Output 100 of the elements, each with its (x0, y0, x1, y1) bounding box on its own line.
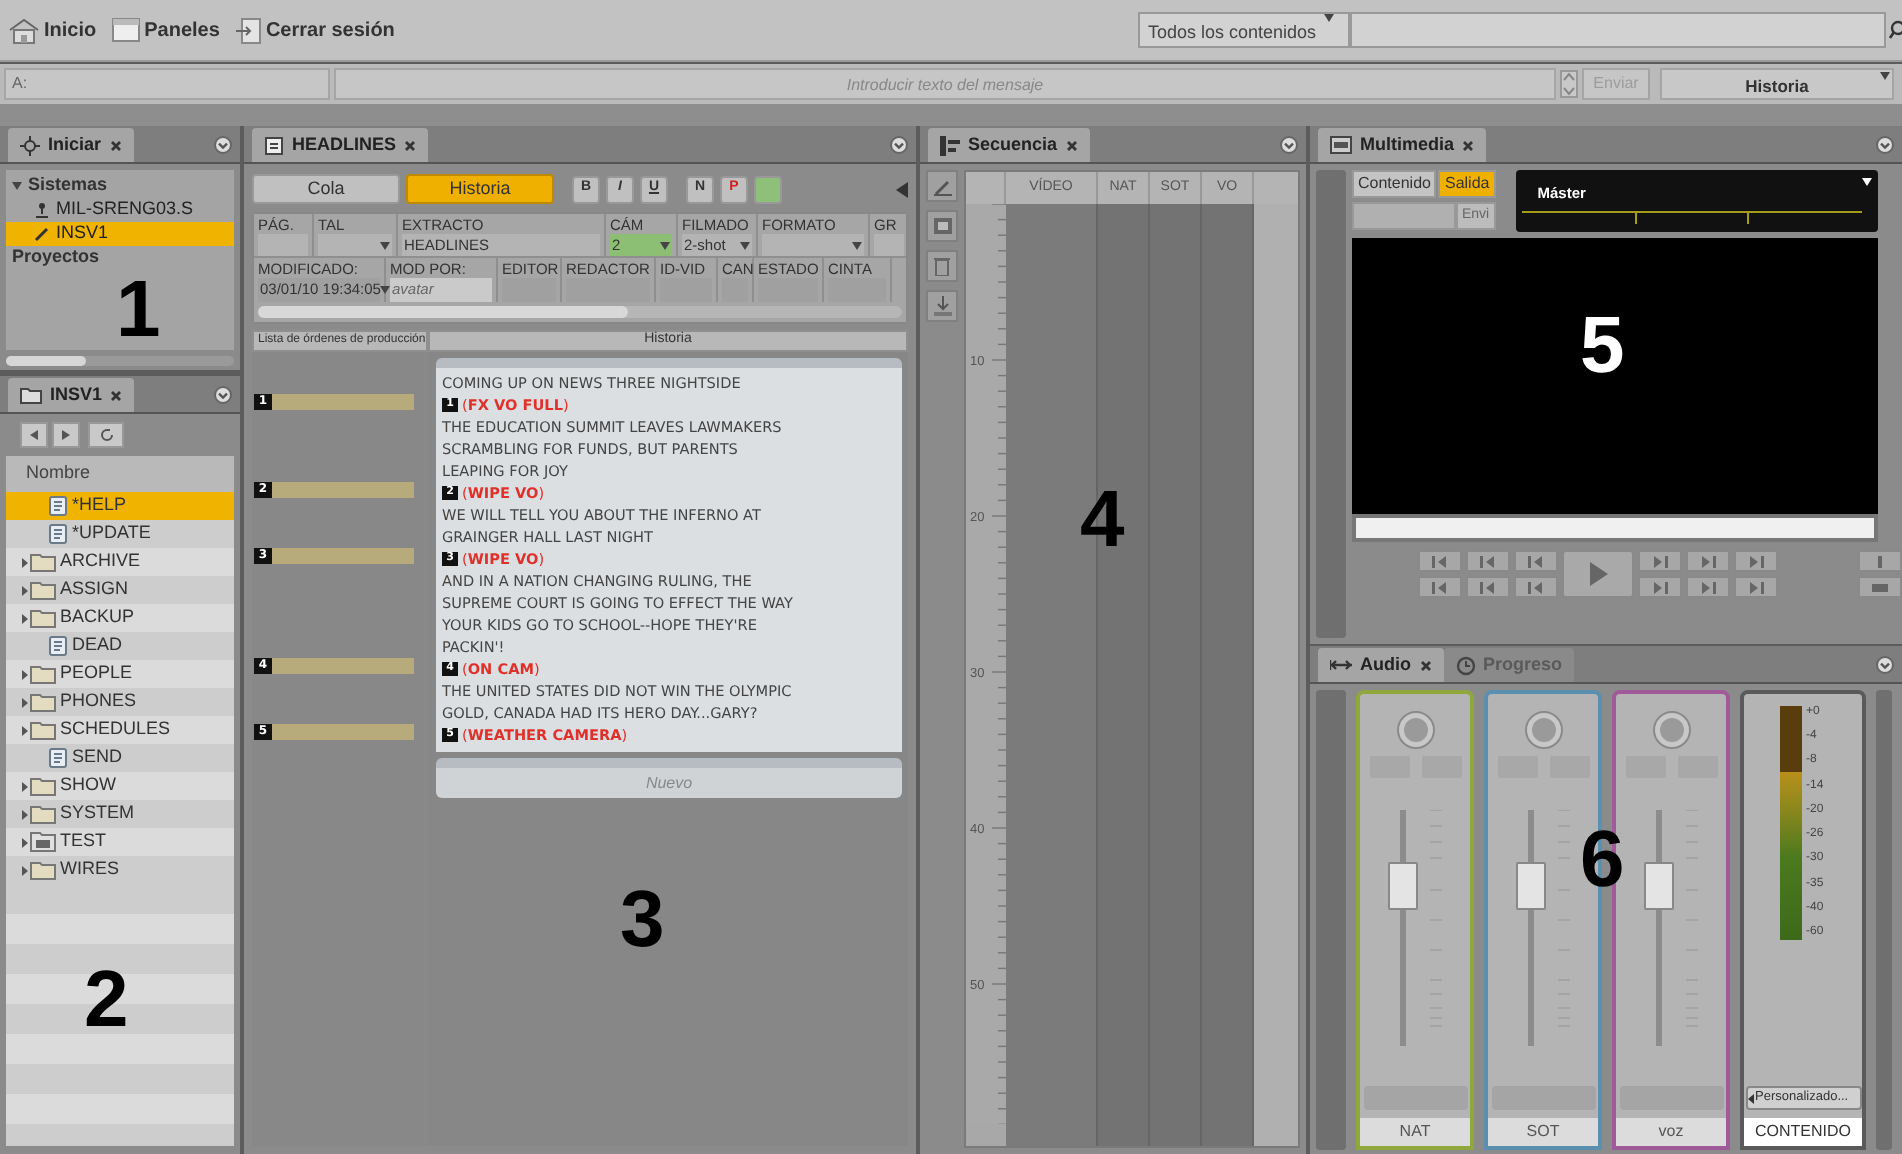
scrollbar[interactable] (6, 356, 234, 366)
fader-handle[interactable] (1388, 862, 1418, 911)
pan-knob-icon[interactable] (1395, 710, 1435, 750)
transport-button[interactable] (1466, 576, 1510, 598)
list-item[interactable]: ARCHIVE (6, 548, 234, 576)
toolbar-link[interactable]: Inicio (8, 15, 97, 45)
mode-tab[interactable]: Cola (252, 174, 400, 204)
pan-knob-icon[interactable] (1523, 710, 1563, 750)
pan-knob-icon[interactable] (1651, 710, 1691, 750)
menu-icon[interactable] (214, 135, 232, 153)
mode-tab[interactable]: Salida (1438, 170, 1496, 198)
fader[interactable] (1644, 810, 1674, 1046)
format-button[interactable] (754, 175, 782, 203)
transport-button[interactable] (1686, 550, 1730, 572)
close-icon[interactable] (109, 139, 122, 151)
list-item[interactable]: PHONES (6, 688, 234, 716)
expanded-arrow-icon[interactable] (12, 182, 22, 190)
scroll-arrow-icon[interactable] (896, 181, 908, 197)
transport-button[interactable] (1858, 550, 1902, 572)
list-item[interactable]: SEND (6, 744, 234, 772)
fader-handle[interactable] (1644, 862, 1674, 911)
scope-dropdown[interactable]: Todos los contenidos (1138, 12, 1350, 48)
scrollbar[interactable] (258, 306, 902, 318)
transport-button[interactable] (1514, 576, 1558, 598)
forward-button[interactable] (52, 422, 80, 448)
expand-arrow-icon[interactable] (22, 865, 28, 875)
toolbar-link[interactable]: Paneles (112, 15, 220, 45)
close-icon[interactable] (404, 139, 417, 151)
tree-item[interactable]: MIL-SRENG03.S (6, 198, 234, 222)
close-icon[interactable] (1462, 139, 1475, 151)
list-item[interactable]: PEOPLE (6, 660, 234, 688)
tool-button[interactable] (926, 210, 958, 242)
mode-tab[interactable]: Contenido (1352, 170, 1437, 198)
tree-item[interactable]: INSV1 (6, 222, 234, 246)
search-icon[interactable] (1888, 20, 1902, 40)
text-field[interactable] (1352, 202, 1456, 230)
expand-arrow-icon[interactable] (22, 725, 28, 735)
expand-arrow-icon[interactable] (22, 781, 28, 791)
spinner-icon[interactable] (1560, 70, 1578, 98)
tool-button[interactable] (926, 250, 958, 282)
list-item[interactable]: TEST (6, 828, 234, 856)
scrollbar[interactable] (1254, 204, 1298, 1146)
panel-tab[interactable]: Secuencia (928, 128, 1090, 162)
menu-icon[interactable] (1280, 135, 1298, 153)
menu-icon[interactable] (214, 385, 232, 403)
fader[interactable] (1516, 810, 1546, 1046)
transport-button[interactable] (1466, 550, 1510, 572)
list-item[interactable]: SHOW (6, 772, 234, 800)
transport-button[interactable] (1734, 550, 1778, 572)
panel-tab[interactable]: Iniciar (8, 128, 134, 162)
transport-button[interactable] (1418, 576, 1462, 598)
transport-button[interactable] (1418, 550, 1462, 572)
list-item[interactable]: ASSIGN (6, 576, 234, 604)
transport-button[interactable] (1638, 550, 1682, 572)
expand-arrow-icon[interactable] (22, 557, 28, 567)
refresh-button[interactable] (88, 422, 124, 448)
transport-button[interactable] (1514, 550, 1558, 572)
name-field[interactable] (1491, 1086, 1595, 1110)
close-icon[interactable] (110, 389, 123, 401)
menu-icon[interactable] (1876, 655, 1894, 673)
scrub-bar[interactable] (1352, 514, 1878, 542)
panel-tab[interactable]: HEADLINES (252, 128, 429, 162)
expand-arrow-icon[interactable] (22, 809, 28, 819)
panel-tab[interactable]: INSV1 (8, 378, 135, 412)
recipient-field[interactable]: A: (4, 68, 330, 100)
tree-item[interactable]: Sistemas (6, 174, 234, 198)
close-icon[interactable] (1419, 659, 1431, 671)
toolbar-link[interactable]: Cerrar sesión (235, 15, 395, 45)
list-item[interactable]: DEAD (6, 632, 234, 660)
fader[interactable] (1388, 810, 1418, 1046)
menu-icon[interactable] (890, 135, 908, 153)
mode-tab[interactable]: Historia (406, 174, 554, 204)
list-item[interactable]: *UPDATE (6, 520, 234, 548)
name-field[interactable] (1363, 1086, 1467, 1110)
expand-arrow-icon[interactable] (22, 669, 28, 679)
panel-tab[interactable]: Multimedia (1318, 128, 1487, 162)
column-header[interactable]: Nombre (6, 456, 234, 492)
name-field[interactable] (1619, 1086, 1723, 1110)
panel-tab[interactable]: Audio (1318, 648, 1443, 682)
transport-button[interactable] (1686, 576, 1730, 598)
expand-arrow-icon[interactable] (22, 837, 28, 847)
list-item[interactable]: *HELP (6, 492, 234, 520)
list-item[interactable]: BACKUP (6, 604, 234, 632)
transport-button[interactable] (1734, 576, 1778, 598)
back-button[interactable] (20, 422, 48, 448)
close-icon[interactable] (1065, 139, 1078, 151)
view-dropdown[interactable]: Historia (1660, 68, 1894, 100)
expand-arrow-icon[interactable] (22, 697, 28, 707)
fader-handle[interactable] (1516, 862, 1546, 911)
list-item[interactable]: SYSTEM (6, 800, 234, 828)
list-item[interactable]: WIRES (6, 856, 234, 884)
tool-button[interactable] (926, 170, 958, 202)
expand-arrow-icon[interactable] (22, 613, 28, 623)
tool-button[interactable] (926, 290, 958, 322)
transport-button[interactable] (1638, 576, 1682, 598)
menu-icon[interactable] (1876, 135, 1894, 153)
list-item[interactable]: SCHEDULES (6, 716, 234, 744)
tree-item[interactable]: Proyectos (6, 246, 234, 270)
message-field[interactable]: Introducir texto del mensaje (334, 68, 1556, 100)
play-button[interactable] (1562, 550, 1634, 598)
